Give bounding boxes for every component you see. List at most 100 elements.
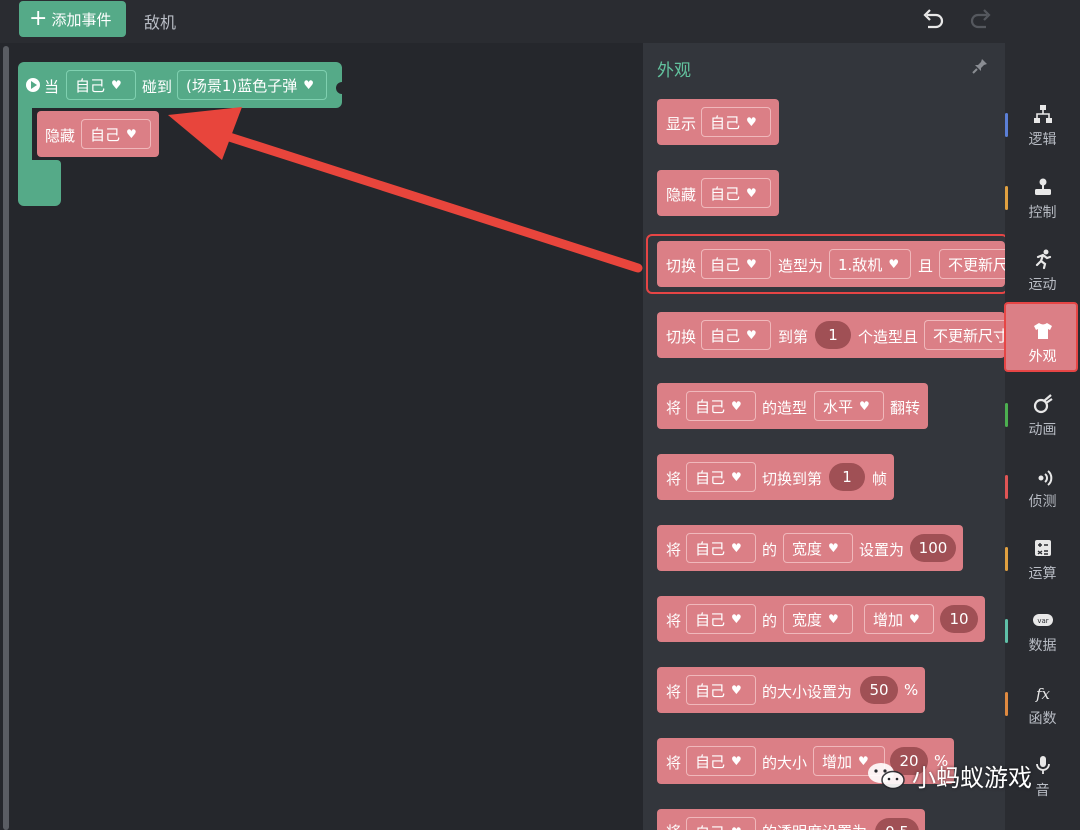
set-alpha-self-dropdown[interactable]: 自己 ♥ [686,817,756,830]
hide-label: 隐藏 [666,186,697,204]
percent-label: % [904,681,919,699]
dropdown-arrow-icon: ♥ [828,541,839,555]
flip-self-value: 自己 [695,397,726,416]
category-functions[interactable]: fx 函数 [1005,680,1080,748]
of-label: 的 [762,612,778,630]
switch-nth-self-dropdown[interactable]: 自己 ♥ [701,320,771,350]
category-label: 控制 [1028,205,1057,221]
costume-index-input[interactable]: 1 [815,321,851,349]
category-sensing[interactable]: 侦测 [1005,463,1080,531]
category-label: 外观 [1028,349,1057,365]
undo-icon[interactable] [920,6,946,32]
category-operators[interactable]: 运算 [1005,535,1080,603]
category-label: 侦测 [1028,494,1057,510]
alpha-set-to-label: 的透明度设置为 [762,821,867,830]
size-value-input[interactable]: 50 [860,676,898,704]
frame-index-input[interactable]: 1 [829,463,865,491]
width-value-input[interactable]: 100 [910,534,956,562]
annotation-arrow [168,107,643,273]
nth-size-option-dropdown[interactable]: 不更新尺寸 [924,320,1005,350]
category-animation[interactable]: 动画 [1005,391,1080,459]
category-data[interactable]: var 数据 [1005,607,1080,675]
tshirt-icon [1034,323,1052,339]
when-label: 当 [44,78,60,96]
add-width-self-dropdown[interactable]: 自己 ♥ [686,604,756,634]
flip-self-dropdown[interactable]: 自己 ♥ [686,391,756,421]
nth-size-option-value: 不更新尺寸 [933,326,1005,345]
wechat-icon [868,762,905,789]
width-increment-input[interactable]: 10 [940,605,978,633]
hide-self-dropdown[interactable]: 自己 ♥ [701,178,771,208]
running-icon [1035,249,1052,270]
hide-self-dropdown[interactable]: 自己 ♥ [81,119,151,149]
size-set-to-label: 的大小设置为 [762,683,853,701]
flip-direction-dropdown[interactable]: 水平 ♥ [814,391,884,421]
add-width-op-dropdown[interactable]: 增加 ♥ [864,604,934,634]
category-label: 运算 [1028,566,1057,582]
set-to-label: 设置为 [859,541,905,559]
dropdown-arrow-icon: ♥ [731,541,742,555]
set-size-self-dropdown[interactable]: 自己 ♥ [686,675,756,705]
dropdown-arrow-icon: ♥ [731,754,742,768]
category-logic[interactable]: 逻辑 [1005,101,1080,169]
show-self-dropdown[interactable]: 自己 ♥ [701,107,771,137]
add-size-self-dropdown[interactable]: 自己 ♥ [686,746,756,776]
frame-label: 将 [666,470,682,488]
play-icon [26,78,40,92]
dropdown-arrow-icon: ♥ [303,78,315,92]
category-label: 数据 [1028,638,1057,654]
add-size-op-value: 增加 [822,752,853,771]
set-size-label: 将 [666,683,682,701]
dropdown-arrow-icon: ♥ [909,612,920,626]
dropdown-arrow-icon: ♥ [126,127,137,141]
set-width-label: 将 [666,541,682,559]
event-block-foot [18,160,61,206]
event-target-dropdown[interactable]: (场景1)蓝色子弹 ♥ [177,70,327,100]
dropdown-arrow-icon: ♥ [111,78,122,92]
flip-tail-label: 翻转 [890,399,921,417]
add-width-op-value: 增加 [873,610,904,629]
dropdown-arrow-icon: ♥ [731,825,742,830]
pin-icon[interactable] [971,57,989,75]
add-event-button[interactable]: + 添加事件 [19,1,126,37]
frame-self-value: 自己 [695,468,726,487]
add-width-prop-dropdown[interactable]: 宽度 ♥ [783,604,853,634]
animation-icon [1033,394,1053,414]
palette-title: 外观 [657,61,691,81]
workspace-scrollbar[interactable] [3,46,9,830]
category-label: 动画 [1028,422,1057,438]
frame-self-dropdown[interactable]: 自己 ♥ [686,462,756,492]
dropdown-arrow-icon: ♥ [731,612,742,626]
category-label: 逻辑 [1028,132,1057,148]
flip-direction-value: 水平 [823,397,854,416]
watermark: 小蚂蚁游戏 [866,758,1032,793]
set-width-self-dropdown[interactable]: 自己 ♥ [686,533,756,563]
logic-icon [1034,105,1052,123]
category-control[interactable]: 控制 [1005,174,1080,242]
event-self-dropdown[interactable]: 自己 ♥ [66,70,136,100]
set-width-prop-dropdown[interactable]: 宽度 ♥ [783,533,853,563]
radar-icon [1038,470,1053,486]
set-size-self-value: 自己 [695,681,726,700]
hide-label: 隐藏 [45,127,76,145]
add-size-self-value: 自己 [695,752,726,771]
calculator-icon [1035,540,1051,556]
dropdown-arrow-icon: ♥ [731,399,742,413]
function-icon: fx [1035,685,1051,703]
set-alpha-clip: 将 自己 ♥ 的透明度设置为 0.5 [657,809,925,830]
show-label: 显示 [666,115,697,133]
hide-self-value: 自己 [90,125,121,144]
category-motion[interactable]: 运动 [1005,246,1080,314]
category-looks[interactable]: 外观 [1005,318,1080,386]
redo-icon[interactable] [968,6,994,32]
add-size-label: 将 [666,754,682,772]
dropdown-arrow-icon: ♥ [746,328,757,342]
dropdown-arrow-icon: ♥ [828,612,839,626]
set-width-prop-value: 宽度 [792,539,823,558]
watermark-text: 小蚂蚁游戏 [912,764,1032,792]
switch-nth-label: 切换 [666,328,697,346]
of-label: 的 [762,541,778,559]
event-target-value: (场景1)蓝色子弹 [186,76,298,95]
alpha-value-input[interactable]: 0.5 [875,818,919,830]
current-sprite-tab[interactable]: 敌机 [144,9,176,33]
